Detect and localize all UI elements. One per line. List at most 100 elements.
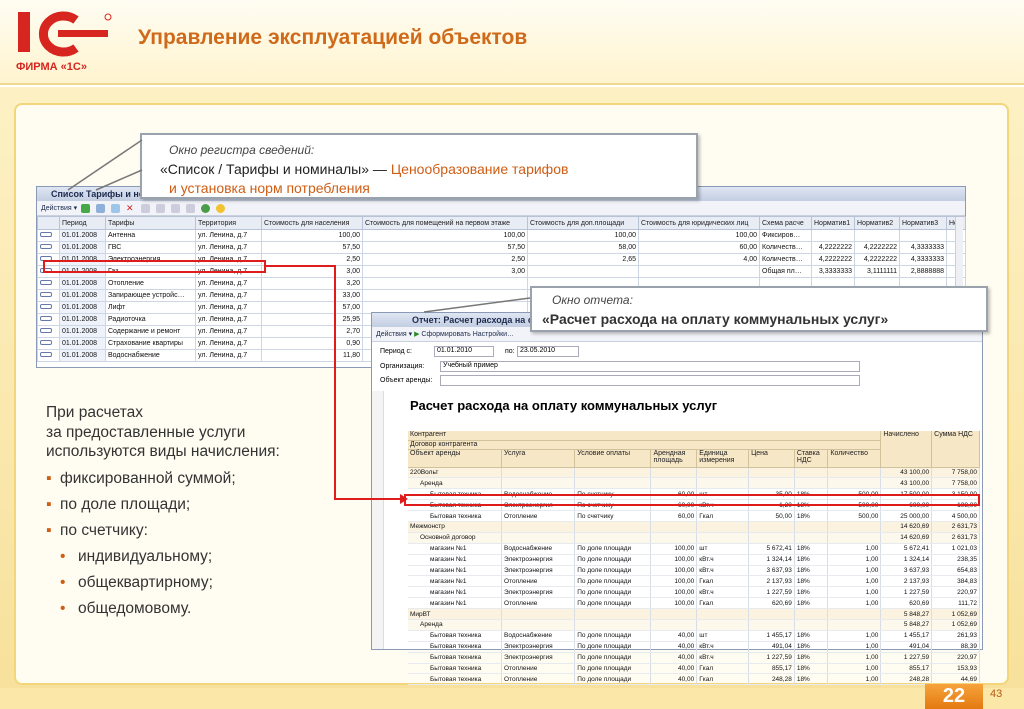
delete-icon[interactable]: ✕ [126, 203, 135, 213]
register-col-header[interactable]: Стоимость для доп.площади [527, 216, 639, 230]
register-col-header[interactable]: Стоимость для юридических лиц [638, 216, 760, 230]
report-cell [748, 532, 795, 544]
report-cell: По доле площади [574, 630, 652, 642]
register-row[interactable]: 01.01.2008 ГВС ул. Ленина, д.7 57,50 57,50 58… [37, 241, 966, 254]
report-cell: 1,00 [827, 673, 882, 686]
report-cell: магазин №1 [408, 575, 503, 588]
register-cell: Антенна [105, 229, 196, 242]
row-icon [37, 313, 60, 326]
register-cell: 100,00 [261, 229, 363, 242]
report-table: Контрагент Начислено Сумма НДС Договор кон… [408, 431, 980, 686]
report-cell: Бытовая техника [408, 663, 503, 675]
head-vat: Сумма НДС [931, 431, 980, 468]
report-cell: 100,00 [650, 597, 698, 610]
register-col-header[interactable]: Период [59, 216, 106, 230]
register-col-header[interactable]: Схема расче [759, 216, 812, 230]
report-cell: 1 052,69 [931, 608, 980, 620]
filter-list-icon[interactable] [170, 203, 180, 213]
report-cell [501, 477, 576, 490]
report-cell: 220Вольт [408, 467, 503, 479]
head-qty: Количество [827, 449, 882, 468]
head-unit: Единица измерения [696, 449, 750, 468]
row-icon [37, 325, 60, 338]
report-cell [794, 608, 829, 620]
report-cell: 1 324,14 [880, 554, 933, 566]
settings-button[interactable]: Настройки… [473, 331, 514, 338]
report-row: Аренда 43 100,00 7 758,00 [408, 477, 980, 490]
report-cell [827, 608, 882, 620]
callout2-text: «Расчет расхода на оплату коммунальных у… [542, 311, 889, 327]
report-callout: Окно отчета: «Расчет расхода на оплату к… [530, 286, 988, 332]
filter-icon[interactable] [155, 203, 165, 213]
period-from-field[interactable]: 01.01.2010 [434, 346, 494, 357]
report-cell: Бытовая техника [408, 652, 503, 664]
report-window: Отчет: Расчет расхода на оплату к Действ… [371, 312, 983, 686]
callout1-rest: Ценообразование тарифов [390, 161, 569, 177]
help-icon[interactable] [215, 203, 225, 213]
register-cell: 01.01.2008 [59, 229, 106, 242]
slide-header: ФИРМА «1С» Управление эксплуатацией объе… [0, 0, 1024, 85]
report-cell: 18% [794, 510, 829, 522]
org-field[interactable]: Учебный пример [440, 361, 860, 372]
structure-icon[interactable] [140, 203, 150, 213]
register-col-header[interactable]: Стоимость для помещений на первом этаже [362, 216, 528, 230]
edit-icon[interactable] [110, 203, 120, 213]
register-cell: Фиксиров… [759, 229, 812, 242]
report-cell [574, 532, 652, 544]
head-payment: Условие оплаты [574, 449, 652, 468]
register-col-header[interactable]: Стоимость для населения [261, 216, 363, 230]
report-cell: 855,17 [880, 663, 933, 675]
report-row: магазин №1 Электроэнергия По доле площади 1… [408, 565, 980, 577]
register-cell: 01.01.2008 [59, 289, 106, 302]
register-col-header[interactable]: Норматив2 [854, 216, 900, 230]
report-cell: 238,35 [931, 554, 980, 566]
object-field[interactable] [440, 375, 860, 386]
report-cell: 14 620,69 [880, 532, 933, 544]
footer-bar [0, 688, 1024, 709]
add-icon[interactable] [81, 203, 91, 213]
copy-icon[interactable] [96, 203, 106, 213]
report-cell [827, 521, 882, 533]
report-cell [501, 521, 576, 533]
report-cell: 1,00 [827, 586, 882, 599]
register-col-header[interactable]: Территория [195, 216, 262, 230]
intro-line1: При расчетах [46, 404, 144, 421]
report-cell: 1,00 [827, 543, 882, 555]
register-col-header[interactable]: Норматив3 [899, 216, 947, 230]
register-cell: Общая пл… [759, 265, 812, 278]
register-col-header[interactable]: Норматив1 [811, 216, 855, 230]
register-cell [527, 265, 639, 278]
logo-subtitle: ФИРМА «1С» [16, 61, 87, 73]
report-row: Бытовая техника Электроэнергия По доле пло… [408, 652, 980, 664]
actions-menu[interactable]: Действия [41, 205, 72, 212]
register-cell: Водоснабжение [105, 349, 196, 362]
bullet-marker: ▪ [46, 496, 52, 513]
register-cell: Количеств… [759, 253, 812, 266]
report-cell: 220,97 [931, 652, 980, 664]
intro-line2: за предоставленные услуги [46, 424, 246, 441]
register-cell: 57,50 [261, 241, 363, 254]
report-cell: 1 455,17 [748, 630, 795, 642]
period-to-field[interactable]: 23.05.2010 [517, 346, 579, 357]
report-cell [501, 532, 576, 544]
report-cell: Электроэнергия [501, 554, 576, 566]
head-area: Арендная площадь [650, 449, 698, 468]
report-cell: Межмонстр [408, 521, 503, 533]
report-cell: 18% [794, 630, 829, 642]
register-row[interactable]: 01.01.2008 Антенна ул. Ленина, д.7 100,00 10… [37, 229, 966, 242]
clear-filter-icon[interactable] [185, 203, 195, 213]
row-icon [37, 289, 60, 302]
sub-bullet-marker: • [60, 574, 66, 591]
refresh-icon[interactable] [200, 203, 210, 213]
report-row: Межмонстр 14 620,69 2 631,73 [408, 521, 980, 533]
report-cell: 1,00 [827, 575, 882, 588]
callout2-pointer [423, 297, 531, 313]
report-cell [696, 477, 750, 490]
head-counterparty: Контрагент [408, 431, 882, 441]
report-cell [501, 467, 576, 479]
report-cell: кВт.ч [696, 565, 750, 577]
sub-bullet-apartment: общеквартирному; [78, 574, 213, 591]
register-col-header[interactable]: Тарифы [105, 216, 196, 230]
generate-button[interactable]: Сформировать [421, 331, 470, 338]
report-cell: 261,93 [931, 630, 980, 642]
